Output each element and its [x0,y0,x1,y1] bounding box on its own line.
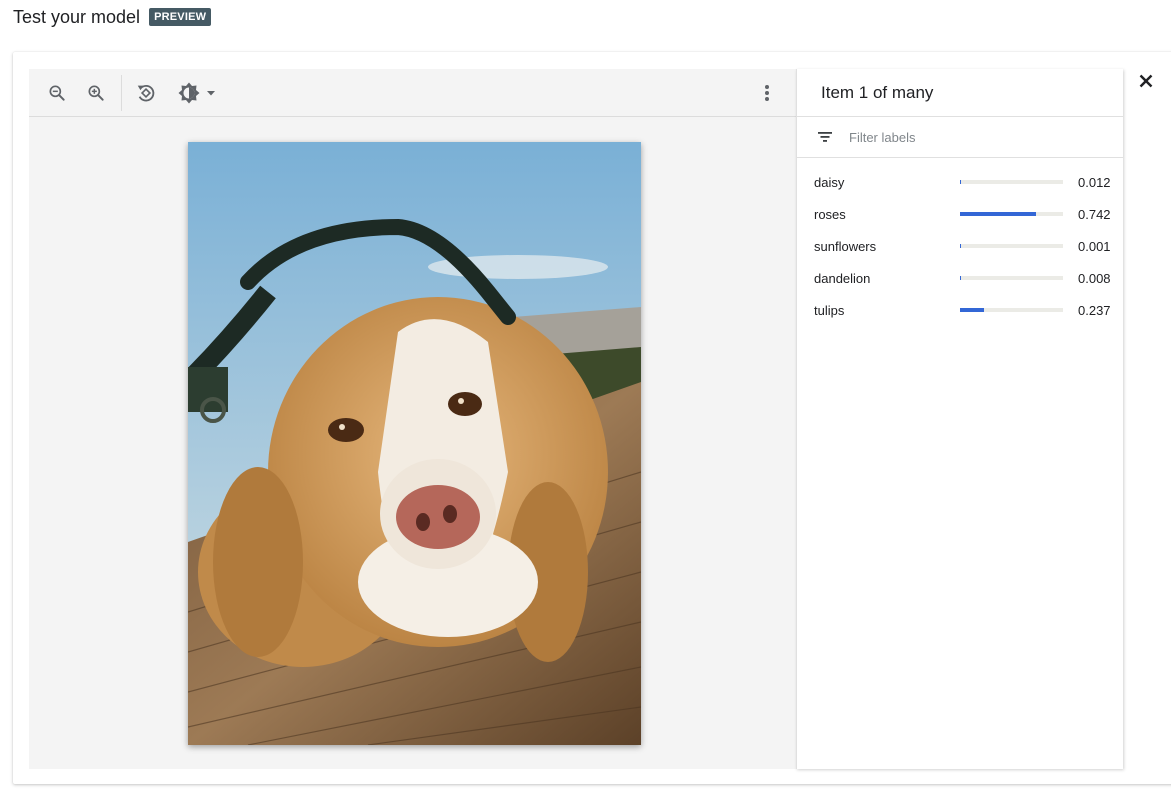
label-name: daisy [814,174,845,190]
label-row: daisy 0.012 [797,166,1123,198]
viewer-toolbar [29,69,796,117]
zoom-out-button[interactable] [43,79,71,107]
label-score: 0.742 [1078,206,1111,222]
rotate-icon [137,84,155,102]
filter-row [797,117,1123,158]
brightness-icon [178,82,200,104]
label-row: tulips 0.237 [797,294,1123,326]
image-viewer [29,69,796,769]
filter-labels-input[interactable] [847,128,1071,146]
label-list: daisy 0.012 roses 0.742 sunflowers 0.001… [797,158,1123,326]
zoom-out-icon [49,85,65,101]
prediction-panel: Item 1 of many daisy 0.012 roses 0.742 s… [796,69,1123,769]
page-header: Test your model PREVIEW [13,6,212,28]
label-name: roses [814,206,846,222]
label-score: 0.008 [1078,270,1111,286]
score-bar-fill [960,212,1037,216]
score-bar-fill [960,244,962,248]
score-bar [960,276,1063,280]
label-name: sunflowers [814,238,877,254]
more-vert-icon [765,85,769,101]
preview-badge: PREVIEW [149,8,212,26]
rotate-button[interactable] [132,79,160,107]
close-button[interactable] [1135,70,1157,92]
score-bar-fill [960,276,962,280]
zoom-in-icon [88,85,104,101]
filter-icon [818,132,832,142]
brightness-button[interactable] [177,79,225,107]
label-row: dandelion 0.008 [797,262,1123,294]
score-bar [960,212,1063,216]
chevron-down-icon [207,91,215,96]
preview-image [188,142,641,745]
label-score: 0.001 [1078,238,1111,254]
score-bar [960,180,1063,184]
score-bar-fill [960,180,962,184]
zoom-in-button[interactable] [82,79,110,107]
close-icon [1139,74,1153,88]
toolbar-divider [121,75,122,111]
label-row: sunflowers 0.001 [797,230,1123,262]
label-score: 0.012 [1078,174,1111,190]
more-options-button[interactable] [753,79,781,107]
page-title: Test your model [13,6,141,27]
score-bar-fill [960,308,985,312]
score-bar [960,308,1063,312]
label-row: roses 0.742 [797,198,1123,230]
label-score: 0.237 [1078,302,1111,318]
dog-photo [188,142,641,745]
panel-title: Item 1 of many [797,69,1123,117]
label-name: tulips [814,302,845,318]
score-bar [960,244,1063,248]
label-name: dandelion [814,270,871,286]
